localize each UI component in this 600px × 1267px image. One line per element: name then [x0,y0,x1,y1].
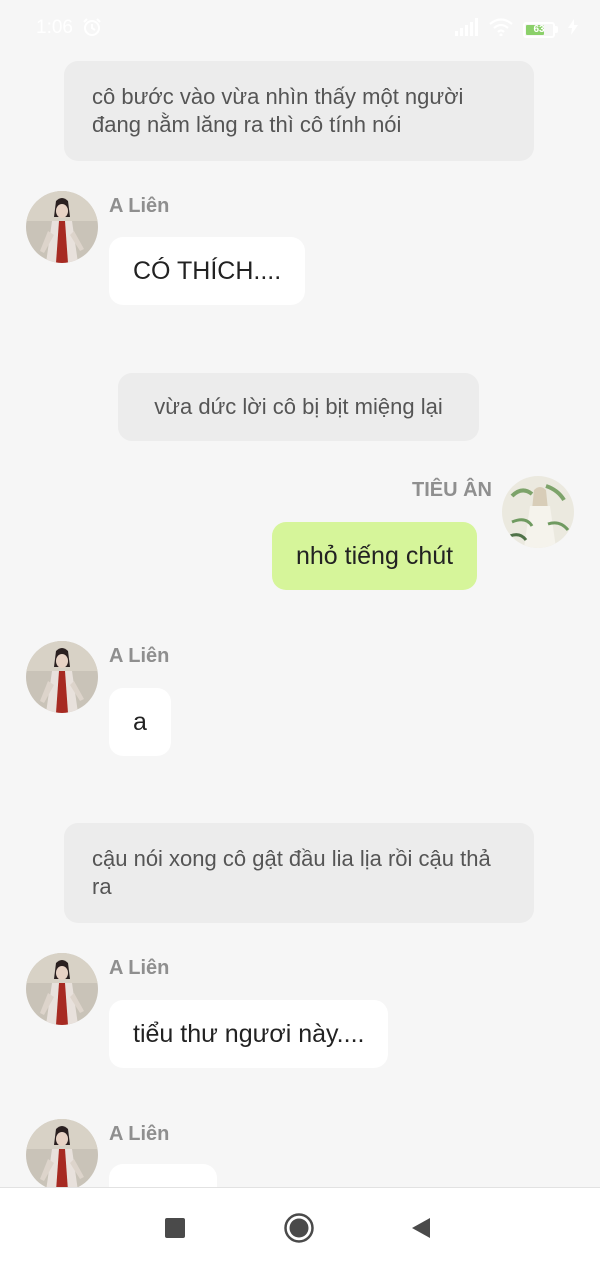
sender-name: TIÊU ÂN [412,479,492,501]
avatar-a-lien-icon [26,953,98,1025]
wifi-icon [489,18,513,41]
recent-apps-button[interactable] [157,1210,193,1246]
sender-name: A Liên [109,645,170,667]
narration-text: cậu nói xong cô gật đầu lia lịa rồi cậu … [92,846,491,899]
battery-level: 63 [533,24,545,35]
alarm-icon [82,17,102,42]
battery-icon: 63 [523,21,558,38]
sender-name: A Liên [109,195,170,217]
chat-bubble[interactable]: tiểu thư ngươi này.... [109,1000,389,1068]
avatar-tieu-an-icon [502,476,574,548]
square-icon [165,1218,185,1238]
back-button[interactable] [403,1210,439,1246]
home-circle-icon [284,1213,314,1243]
narration-message: cậu nói xong cô gật đầu lia lịa rồi cậu … [64,823,534,923]
chat-bubble[interactable]: a [109,688,171,756]
chat-text: nhỏ tiếng chút [296,542,454,570]
narration-text: vừa dức lời cô bị bịt miệng lại [154,394,443,419]
status-time: 1:06 [36,17,73,38]
chat-bubble[interactable]: CÓ THÍCH.... [109,237,306,305]
avatar[interactable] [502,476,574,548]
avatar[interactable] [26,641,98,713]
charging-icon [568,19,578,40]
back-triangle-icon [412,1218,430,1238]
chat-bubble-mine[interactable]: nhỏ tiếng chút [272,522,478,590]
avatar[interactable] [26,191,98,263]
avatar-a-lien-icon [26,191,98,263]
home-button[interactable] [281,1210,317,1246]
navigation-bar [0,1187,600,1267]
chat-text: a [133,708,147,736]
sender-name: A Liên [109,1123,170,1145]
chat-text: tiểu thư ngươi này.... [133,1020,365,1048]
avatar-a-lien-icon [26,641,98,713]
narration-text: cô bước vào vừa nhìn thấy một người đang… [92,84,464,137]
avatar-a-lien-icon [26,1119,98,1191]
chat-text: CÓ THÍCH.... [133,257,282,285]
narration-message: cô bước vào vừa nhìn thấy một người đang… [64,61,534,161]
avatar[interactable] [26,1119,98,1191]
signal-icon [455,18,479,41]
sender-name: A Liên [109,957,170,979]
avatar[interactable] [26,953,98,1025]
narration-message: vừa dức lời cô bị bịt miệng lại [118,373,479,441]
status-bar: 1:06 63 [0,0,600,58]
